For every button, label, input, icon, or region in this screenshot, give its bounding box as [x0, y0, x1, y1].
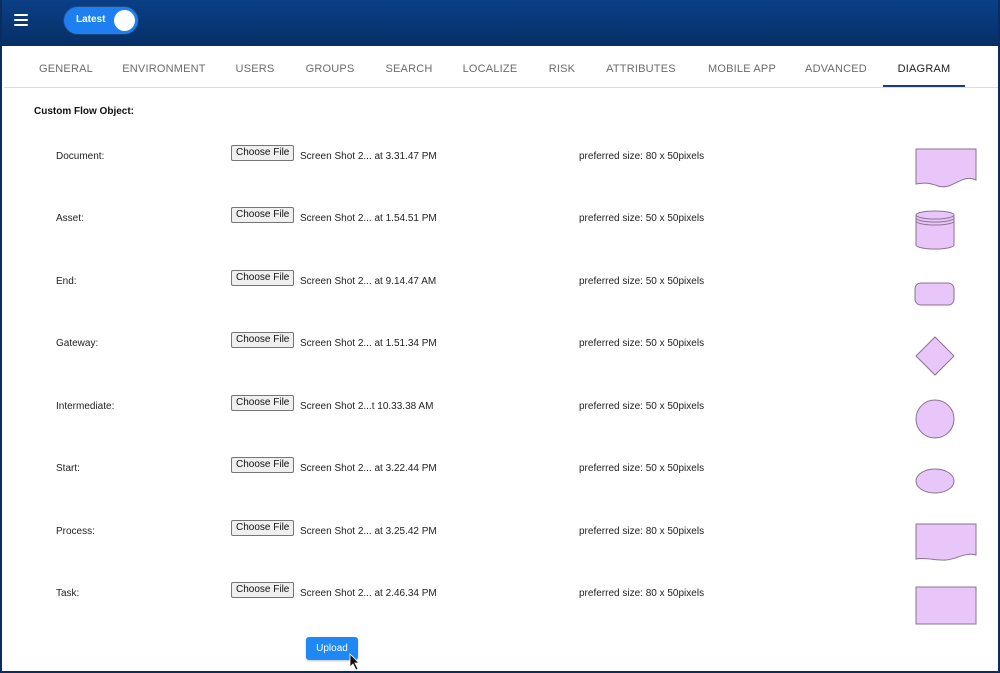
- selected-file-name: Screen Shot 2... at 1.54.51 PM: [300, 213, 437, 224]
- process-shape-icon: [915, 523, 977, 561]
- tab-localize[interactable]: LOCALIZE: [454, 46, 526, 87]
- choose-file-button[interactable]: Choose File: [231, 520, 295, 536]
- tab-groups[interactable]: GROUPS: [296, 46, 364, 87]
- tab-mobile-app[interactable]: MOBILE APP: [698, 46, 786, 87]
- preferred-size-hint: preferred size: 50 x 50pixels: [579, 276, 705, 287]
- flow-object-row: Asset: Choose File Screen Shot 2... at 1…: [2, 207, 998, 263]
- selected-file-name: Screen Shot 2...t 10.33.38 AM: [300, 401, 434, 412]
- tab-users[interactable]: USERS: [226, 46, 284, 87]
- tab-risk[interactable]: RISK: [539, 46, 585, 87]
- flow-object-row: Gateway: Choose File Screen Shot 2... at…: [2, 332, 998, 388]
- settings-tabs: GENERAL ENVIRONMENT USERS GROUPS SEARCH …: [4, 46, 998, 88]
- row-label: End:: [56, 276, 77, 287]
- rounded-rectangle-shape-icon: [914, 282, 955, 306]
- flow-object-row: Start: Choose File Screen Shot 2... at 3…: [2, 457, 998, 513]
- row-label: Task:: [56, 588, 80, 599]
- selected-file-name: Screen Shot 2... at 3.31.47 PM: [300, 151, 437, 162]
- diamond-shape-icon: [915, 336, 955, 376]
- version-toggle[interactable]: Latest: [64, 7, 138, 34]
- flow-object-row: Process: Choose File Screen Shot 2... at…: [2, 520, 998, 576]
- preferred-size-hint: preferred size: 80 x 50pixels: [579, 526, 705, 537]
- tab-diagram[interactable]: DIAGRAM: [883, 46, 965, 87]
- row-label: Document:: [56, 151, 105, 162]
- selected-file-name: Screen Shot 2... at 3.22.44 PM: [300, 463, 437, 474]
- ellipse-shape-icon: [915, 468, 955, 494]
- flow-object-row: End: Choose File Screen Shot 2... at 9.1…: [2, 270, 998, 326]
- preferred-size-hint: preferred size: 50 x 50pixels: [579, 401, 705, 412]
- flow-object-row: Task: Choose File Screen Shot 2... at 2.…: [2, 582, 998, 638]
- document-shape-icon: [915, 148, 977, 188]
- preferred-size-hint: preferred size: 80 x 50pixels: [579, 588, 705, 599]
- choose-file-button[interactable]: Choose File: [231, 582, 295, 598]
- selected-file-name: Screen Shot 2... at 3.25.42 PM: [300, 526, 437, 537]
- selected-file-name: Screen Shot 2... at 9.14.47 AM: [300, 276, 437, 287]
- row-label: Gateway:: [56, 338, 99, 349]
- preferred-size-hint: preferred size: 50 x 50pixels: [579, 338, 705, 349]
- choose-file-button[interactable]: Choose File: [231, 207, 295, 223]
- tab-search[interactable]: SEARCH: [375, 46, 443, 87]
- choose-file-button[interactable]: Choose File: [231, 270, 295, 286]
- toggle-knob: [114, 10, 135, 31]
- choose-file-button[interactable]: Choose File: [231, 395, 295, 411]
- tab-environment[interactable]: ENVIRONMENT: [114, 46, 214, 87]
- preferred-size-hint: preferred size: 80 x 50pixels: [579, 151, 705, 162]
- selected-file-name: Screen Shot 2... at 2.46.34 PM: [300, 588, 437, 599]
- cylinder-shape-icon: [915, 210, 955, 250]
- row-label: Process:: [56, 526, 95, 537]
- hamburger-menu-icon[interactable]: [14, 14, 28, 26]
- row-label: Start:: [56, 463, 80, 474]
- app-window: Latest GENERAL ENVIRONMENT USERS GROUPS …: [0, 0, 1000, 673]
- tab-advanced[interactable]: ADVANCED: [796, 46, 876, 87]
- preferred-size-hint: preferred size: 50 x 50pixels: [579, 213, 705, 224]
- row-label: Asset:: [56, 213, 84, 224]
- flow-object-row: Document: Choose File Screen Shot 2... a…: [2, 145, 998, 201]
- rectangle-shape-icon: [915, 586, 977, 625]
- mouse-pointer-icon: [349, 653, 360, 671]
- tab-attributes[interactable]: ATTRIBUTES: [596, 46, 686, 87]
- flow-object-row: Intermediate: Choose File Screen Shot 2.…: [2, 395, 998, 451]
- choose-file-button[interactable]: Choose File: [231, 457, 295, 473]
- choose-file-button[interactable]: Choose File: [231, 332, 295, 348]
- choose-file-button[interactable]: Choose File: [231, 145, 295, 161]
- selected-file-name: Screen Shot 2... at 1.51.34 PM: [300, 338, 437, 349]
- tab-general[interactable]: GENERAL: [27, 46, 105, 87]
- top-bar: Latest: [2, 0, 998, 46]
- version-toggle-label: Latest: [76, 14, 106, 25]
- preferred-size-hint: preferred size: 50 x 50pixels: [579, 463, 705, 474]
- circle-shape-icon: [915, 399, 955, 439]
- row-label: Intermediate:: [56, 401, 115, 412]
- section-title: Custom Flow Object:: [34, 106, 134, 117]
